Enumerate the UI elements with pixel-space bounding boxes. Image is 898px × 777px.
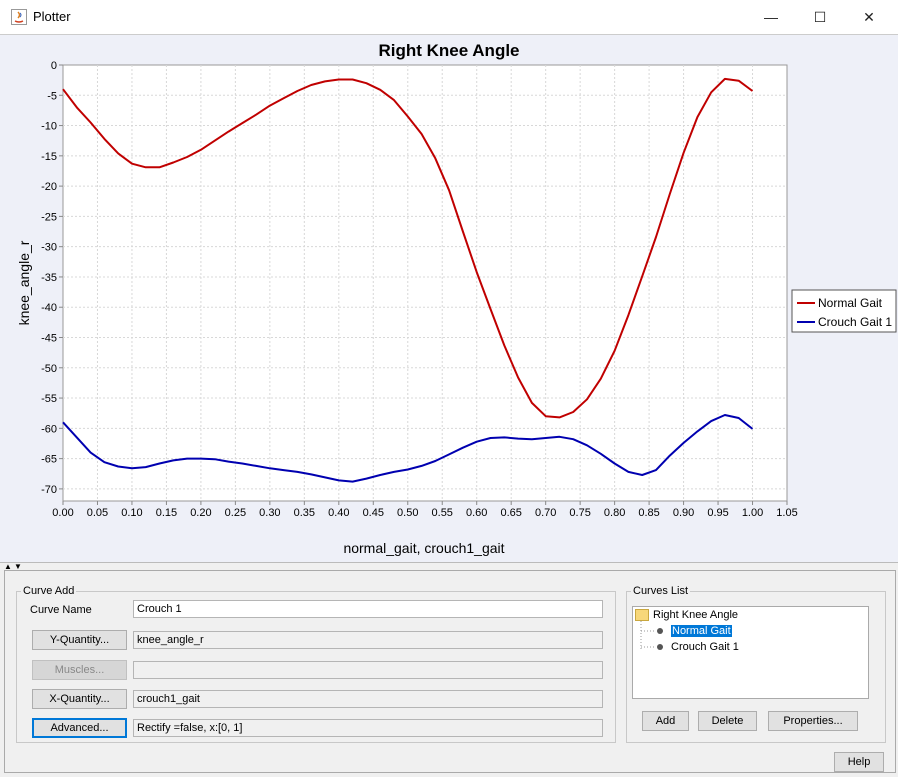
maximize-icon: ☐ [813,8,827,25]
advanced-button[interactable]: Advanced... [32,718,127,738]
curve-add-legend: Curve Add [23,585,75,597]
legend-label-normal-gait: Normal Gait [818,296,883,310]
tree-item-label: Normal Gait [671,625,732,637]
plot-background [62,64,788,502]
x-tick-label: 0.15 [156,507,177,519]
controls-panel: Curve Add Curve Name Crouch 1 Y-Quantity… [4,570,896,773]
curve-name-label: Curve Name [30,604,92,616]
x-tick-label: 0.60 [466,507,487,519]
x-tick-label: 0.90 [673,507,694,519]
y-tick-label: -30 [41,242,57,254]
delete-button[interactable]: Delete [698,711,757,731]
maximize-button[interactable]: ☐ [797,0,843,34]
x-tick-label: 0.70 [535,507,556,519]
y-tick-label: -55 [41,393,57,405]
knee-angle-chart[interactable]: 0.00 0.05 0.10 0.15 0.20 0.25 0.30 0.35 0.40 0.45… [0,35,898,563]
x-quantity-field: crouch1_gait [133,690,603,708]
y-axis-label: knee_angle_r [16,240,32,325]
x-tick-label: 0.05 [87,507,108,519]
x-tick-label: 0.85 [638,507,659,519]
y-tick-label: -15 [41,151,57,163]
y-tick-label: -60 [41,423,57,435]
legend-label-crouch-gait-1: Crouch Gait 1 [818,315,892,329]
title-bar: Plotter — ☐ ✕ [0,0,898,34]
x-tick-label: 0.65 [500,507,521,519]
x-quantity-button[interactable]: X-Quantity... [32,689,127,709]
y-tick-label: -40 [41,302,57,314]
x-tick-label: 0.10 [121,507,142,519]
y-tick-label: -20 [41,181,57,193]
tree-item-label: Crouch Gait 1 [671,641,739,653]
y-tick-label: -65 [41,454,57,466]
chart-panel[interactable]: 0.00 0.05 0.10 0.15 0.20 0.25 0.30 0.35 0.40 0.45… [0,34,898,563]
x-tick-label: 0.75 [569,507,590,519]
curve-name-field[interactable]: Crouch 1 [133,600,603,618]
y-quantity-field: knee_angle_r [133,631,603,649]
legend: Normal Gait Crouch Gait 1 [791,289,897,333]
properties-button[interactable]: Properties... [768,711,858,731]
x-tick-label: 0.00 [52,507,73,519]
y-tick-label: -10 [41,121,57,133]
y-tick-label: 0 [51,60,57,72]
x-tick-label: 0.55 [432,507,453,519]
y-tick-label: -35 [41,272,57,284]
x-tick-label: 0.80 [604,507,625,519]
close-button[interactable]: ✕ [846,0,892,34]
x-tick-label: 0.50 [397,507,418,519]
x-tick-label: 0.45 [363,507,384,519]
x-tick-label: 0.35 [294,507,315,519]
y-quantity-button[interactable]: Y-Quantity... [32,630,127,650]
minimize-button[interactable]: — [748,0,794,34]
x-tick-label: 0.40 [328,507,349,519]
advanced-field: Rectify =false, x:[0, 1] [133,719,603,737]
tree-lines [640,621,655,649]
add-button[interactable]: Add [642,711,689,731]
x-tick-label: 0.25 [225,507,246,519]
curves-tree[interactable]: Right Knee Angle Normal Gait Crouch Gait… [632,606,869,699]
minimize-icon: — [764,9,778,25]
window-title: Plotter [33,9,71,24]
y-tick-label: -5 [47,90,57,102]
y-tick-label: -50 [41,363,57,375]
x-tick-label: 1.05 [776,507,797,519]
java-app-icon [11,9,27,25]
close-icon: ✕ [863,8,875,25]
curves-list-legend: Curves List [633,585,689,597]
x-tick-label: 0.30 [259,507,280,519]
chart-title: Right Knee Angle [378,41,519,60]
y-tick-label: -25 [41,211,57,223]
x-tick-label: 0.20 [190,507,211,519]
y-tick-label: -45 [41,333,57,345]
x-axis-label: normal_gait, crouch1_gait [343,540,504,556]
muscles-button[interactable]: Muscles... [32,660,127,680]
y-tick-label: -70 [41,484,57,496]
help-button[interactable]: Help [834,752,884,772]
muscles-field [133,661,603,679]
x-tick-label: 0.95 [707,507,728,519]
x-tick-label: 1.00 [742,507,763,519]
